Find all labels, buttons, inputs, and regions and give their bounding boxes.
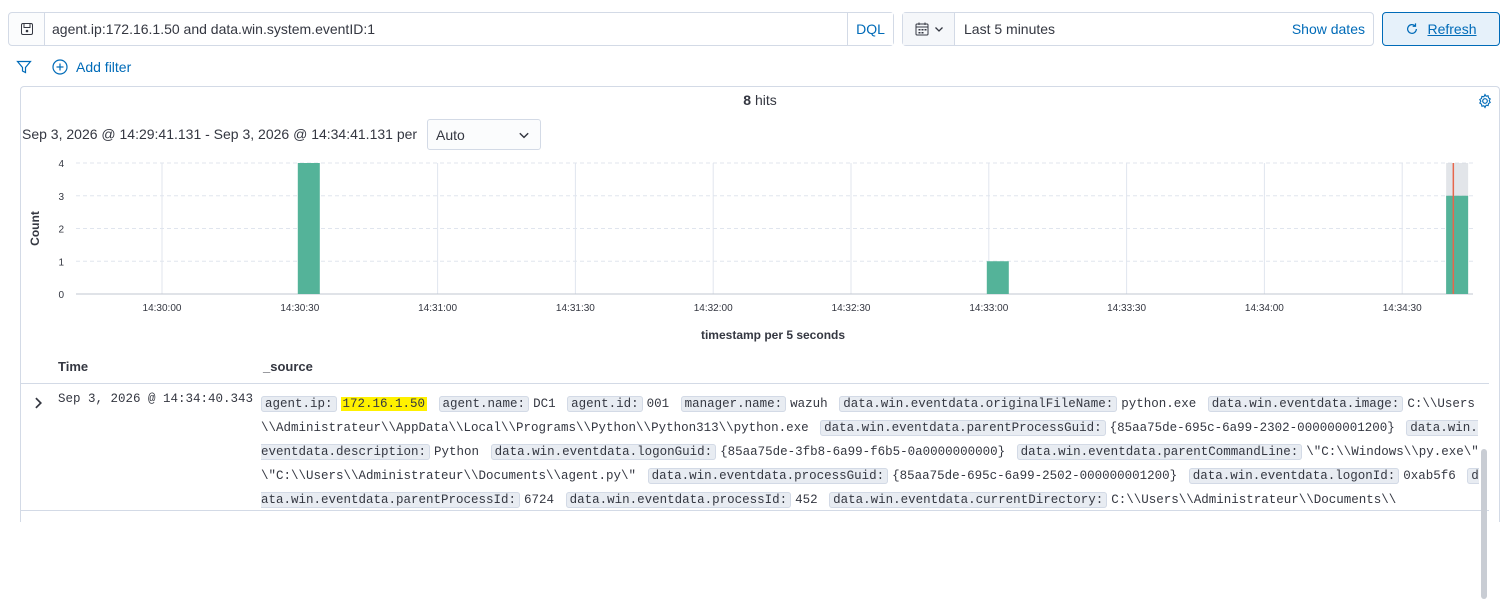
- search-highlight: 172.16.1.50: [340, 397, 428, 411]
- x-tick-label: 14:33:30: [1107, 303, 1146, 314]
- source-field-key: data.win.eventdata.parentProcessGuid:: [820, 420, 1106, 436]
- row-source: agent.ip: 172.16.1.50 agent.name: DC1 agen…: [261, 392, 1479, 512]
- y-tick-label: 0: [58, 290, 64, 301]
- histogram-chart[interactable]: 0 1 2 3 4 14:30:00 14:30:30 14:31:00 14:31:30 14:…: [21, 157, 1491, 347]
- row-time: Sep 3, 2026 @ 14:34:40.343: [58, 392, 254, 406]
- histogram-bar: [1446, 195, 1469, 294]
- quick-select-button[interactable]: [903, 13, 955, 45]
- date-picker: Last 5 minutes Show dates: [902, 12, 1374, 46]
- table-row[interactable]: Sep 3, 2026 @ 14:34:40.343 agent.ip: 172.…: [21, 383, 1489, 511]
- x-tick-label: 14:34:00: [1245, 303, 1284, 314]
- y-tick-label: 3: [58, 192, 64, 203]
- source-field-key: data.win.eventdata.parentCommandLine:: [1016, 444, 1303, 460]
- source-field-value: 452: [795, 493, 818, 507]
- x-axis-title: timestamp per 5 seconds: [701, 328, 845, 342]
- source-field-key: data.win.eventdata.currentDirectory:: [829, 492, 1108, 508]
- source-field-key: data.win.eventdata.logonGuid:: [490, 444, 717, 460]
- source-field-value: Python: [434, 445, 480, 459]
- source-field-key: data.win.eventdata.processId:: [565, 492, 792, 508]
- y-tick-label: 1: [58, 257, 64, 268]
- source-field-key: data.win.eventdata.image:: [1207, 396, 1404, 412]
- refresh-button[interactable]: Refresh: [1382, 12, 1500, 46]
- hit-count-label: hits: [754, 92, 777, 108]
- refresh-icon: [1407, 23, 1418, 34]
- gear-icon: [1479, 93, 1491, 109]
- chevron-down-icon: [934, 27, 943, 32]
- saved-query-button[interactable]: [9, 13, 45, 45]
- date-range-label[interactable]: Last 5 minutes: [955, 21, 1292, 37]
- x-tick-label: 14:31:30: [556, 303, 595, 314]
- x-tick-label: 14:33:00: [969, 303, 1008, 314]
- add-filter-label: Add filter: [76, 59, 132, 75]
- chart-options-button[interactable]: [1477, 93, 1493, 114]
- column-header-source[interactable]: _source: [263, 359, 313, 374]
- histogram-range: Sep 3, 2026 @ 14:29:41.131 - Sep 3, 2026…: [22, 126, 418, 142]
- x-tick-label: 14:34:30: [1383, 303, 1422, 314]
- source-field-value: {85aa75de-695c-6a99-2302-000000001200}: [1109, 421, 1395, 435]
- expand-row-button[interactable]: [31, 396, 45, 415]
- chevron-right-icon: [35, 397, 42, 409]
- query-bar: agent.ip:172.16.1.50 and data.win.system…: [8, 12, 894, 46]
- source-field-key: data.win.eventdata.logonId:: [1188, 468, 1400, 484]
- source-field-value: 001: [646, 397, 670, 411]
- source-field-key: data.win.eventdata.processGuid:: [647, 468, 889, 484]
- chevron-down-icon: [519, 132, 529, 138]
- source-field-key: agent.name:: [438, 396, 530, 412]
- source-field-value: 6724: [524, 493, 555, 507]
- hit-count-value: 8: [743, 92, 752, 108]
- interval-value: Auto: [436, 126, 465, 143]
- source-field-value: {85aa75de-3fb8-6a99-f6b5-0a0000000000}: [720, 445, 1006, 459]
- column-header-time[interactable]: Time: [58, 359, 88, 374]
- source-field-key: manager.name:: [680, 396, 787, 412]
- source-field-value: C:\\Users\\Administrateur\\Documents\\: [1111, 493, 1397, 507]
- source-field-key: agent.ip:: [261, 396, 337, 412]
- filter-bar: Add filter: [16, 56, 131, 78]
- y-tick-label: 4: [58, 159, 64, 170]
- discover-panel: 8 hits Sep 3, 2026 @ 14:29:41.131 - Sep …: [20, 86, 1500, 599]
- source-field-value: {85aa75de-695c-6a99-2502-000000001200}: [892, 469, 1178, 483]
- x-tick-label: 14:31:00: [418, 303, 457, 314]
- plus-circle-icon: [52, 59, 68, 75]
- query-language-button[interactable]: DQL: [847, 13, 893, 45]
- source-field-value: DC1: [533, 397, 556, 411]
- hit-count: 8 hits: [21, 92, 1499, 108]
- y-tick-label: 2: [58, 225, 64, 236]
- histogram-bar: [297, 163, 320, 294]
- filter-icon[interactable]: [16, 59, 32, 75]
- source-field-key: agent.id:: [567, 396, 643, 412]
- y-axis-title: Count: [28, 211, 42, 246]
- show-dates-link[interactable]: Show dates: [1292, 21, 1373, 37]
- source-field-value: 0xab5f6: [1403, 469, 1456, 483]
- x-tick-label: 14:32:00: [694, 303, 733, 314]
- x-tick-label: 14:32:30: [832, 303, 871, 314]
- save-icon: [20, 23, 33, 35]
- source-field-value: 172.16.1.50: [340, 397, 428, 411]
- search-input[interactable]: agent.ip:172.16.1.50 and data.win.system…: [45, 13, 847, 45]
- add-filter-button[interactable]: Add filter: [52, 59, 131, 75]
- scrollbar[interactable]: [1481, 449, 1487, 599]
- calendar-icon: [915, 22, 928, 36]
- source-field-value: python.exe: [1121, 397, 1197, 411]
- x-tick-label: 14:30:30: [280, 303, 319, 314]
- x-tick-label: 14:30:00: [143, 303, 182, 314]
- histogram-bar: [986, 261, 1009, 294]
- source-field-key: data.win.eventdata.originalFileName:: [839, 396, 1118, 412]
- interval-select[interactable]: Auto: [427, 119, 541, 150]
- source-field-value: wazuh: [790, 397, 828, 411]
- refresh-label: Refresh: [1427, 21, 1477, 37]
